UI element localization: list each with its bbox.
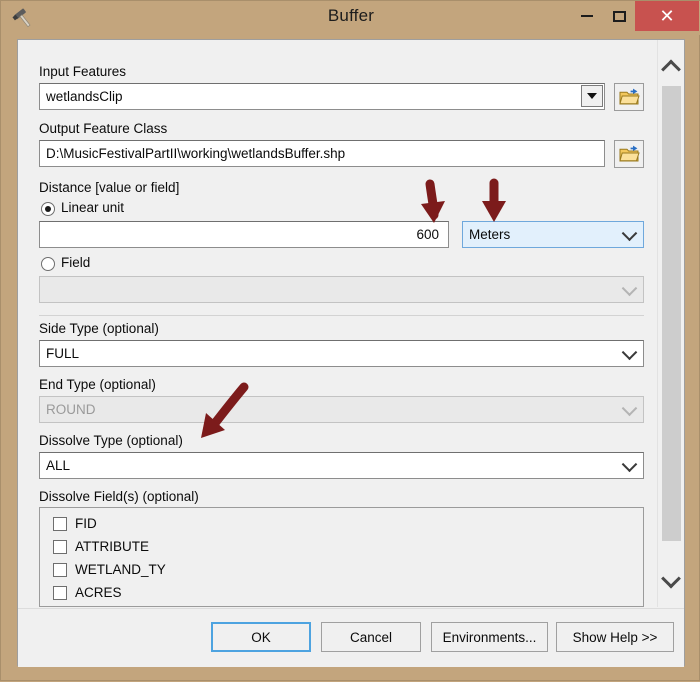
end-type-value: ROUND: [46, 402, 96, 417]
chevron-down-icon: [622, 456, 638, 472]
dissolve-fields-label: Dissolve Field(s) (optional): [39, 489, 199, 504]
title-bar: Buffer ✕: [1, 1, 700, 35]
chevron-down-icon: [661, 569, 681, 589]
parameters-scroll-region: Input Features wetlandsClip: [18, 40, 684, 607]
input-features-browse-button[interactable]: [614, 83, 644, 111]
side-type-combo[interactable]: FULL: [39, 340, 644, 367]
dissolve-fields-list: FIDATTRIBUTEWETLAND_TYACRESSHAPE_LengSHA…: [40, 508, 643, 607]
list-item[interactable]: SHAPE_Leng: [40, 604, 643, 607]
vertical-scrollbar[interactable]: [657, 40, 684, 607]
dialog-button-bar: OK Cancel Environments... Show Help >>: [18, 608, 684, 667]
output-feature-class-input[interactable]: D:\MusicFestivalPartII\working\wetlandsB…: [39, 140, 605, 167]
triangle-down-icon: [587, 93, 597, 99]
close-button[interactable]: ✕: [635, 1, 699, 31]
list-item-label: ATTRIBUTE: [75, 539, 149, 554]
checkbox-icon[interactable]: [53, 563, 67, 577]
input-features-dropdown-button[interactable]: [581, 85, 603, 107]
environments-button[interactable]: Environments...: [431, 622, 548, 652]
maximize-button[interactable]: [603, 1, 635, 31]
dissolve-fields-listbox[interactable]: FIDATTRIBUTEWETLAND_TYACRESSHAPE_LengSHA…: [39, 507, 644, 607]
close-icon: ✕: [659, 7, 674, 25]
output-feature-class-browse-button[interactable]: [614, 140, 644, 168]
list-item[interactable]: FID: [40, 512, 643, 535]
input-features-combo[interactable]: wetlandsClip: [39, 83, 605, 110]
section-divider: [39, 315, 644, 316]
linear-unit-label: Linear unit: [61, 200, 124, 215]
side-type-value: FULL: [46, 346, 79, 361]
list-item-label: FID: [75, 516, 97, 531]
chevron-down-icon: [622, 225, 638, 241]
parameters-content: Input Features wetlandsClip: [18, 40, 658, 607]
input-features-value: wetlandsClip: [46, 89, 123, 104]
field-radio[interactable]: [41, 257, 55, 271]
buffer-dialog-window: Buffer ✕ Input Features wetlandsClip: [0, 0, 700, 681]
list-item[interactable]: WETLAND_TY: [40, 558, 643, 581]
dissolve-type-combo[interactable]: ALL: [39, 452, 644, 479]
chevron-up-icon: [661, 60, 681, 80]
dissolve-type-label: Dissolve Type (optional): [39, 433, 183, 448]
chevron-down-icon: [622, 280, 638, 296]
minimize-button[interactable]: [571, 1, 603, 31]
output-feature-class-label: Output Feature Class: [39, 121, 167, 136]
scroll-down-button[interactable]: [658, 568, 684, 592]
list-item-label: ACRES: [75, 585, 122, 600]
end-type-label: End Type (optional): [39, 377, 156, 392]
dialog-client-area: Input Features wetlandsClip: [17, 39, 685, 666]
radio-selected-dot: [45, 206, 51, 212]
minimize-icon: [581, 15, 593, 17]
checkbox-icon[interactable]: [53, 586, 67, 600]
distance-label: Distance [value or field]: [39, 180, 179, 195]
chevron-down-icon: [622, 344, 638, 360]
checkbox-icon[interactable]: [53, 517, 67, 531]
list-item[interactable]: ACRES: [40, 581, 643, 604]
ok-button[interactable]: OK: [211, 622, 311, 652]
side-type-label: Side Type (optional): [39, 321, 159, 336]
list-item[interactable]: ATTRIBUTE: [40, 535, 643, 558]
distance-value-input[interactable]: 600: [39, 221, 449, 248]
checkbox-icon[interactable]: [53, 540, 67, 554]
input-features-label: Input Features: [39, 64, 126, 79]
distance-units-value: Meters: [469, 227, 510, 242]
field-radio-label: Field: [61, 255, 90, 270]
output-feature-class-value: D:\MusicFestivalPartII\working\wetlandsB…: [46, 146, 345, 161]
cancel-button[interactable]: Cancel: [321, 622, 421, 652]
maximize-icon: [613, 11, 626, 22]
scroll-up-button[interactable]: [658, 56, 684, 80]
scrollbar-thumb[interactable]: [662, 86, 681, 541]
distance-value: 600: [416, 227, 439, 242]
distance-units-combo[interactable]: Meters: [462, 221, 644, 248]
end-type-combo: ROUND: [39, 396, 644, 423]
chevron-down-icon: [622, 400, 638, 416]
hammer-tool-icon: [11, 7, 37, 31]
list-item-label: WETLAND_TY: [75, 562, 166, 577]
dissolve-type-value: ALL: [46, 458, 70, 473]
show-help-button[interactable]: Show Help >>: [556, 622, 674, 652]
linear-unit-radio[interactable]: [41, 202, 55, 216]
distance-field-combo: [39, 276, 644, 303]
